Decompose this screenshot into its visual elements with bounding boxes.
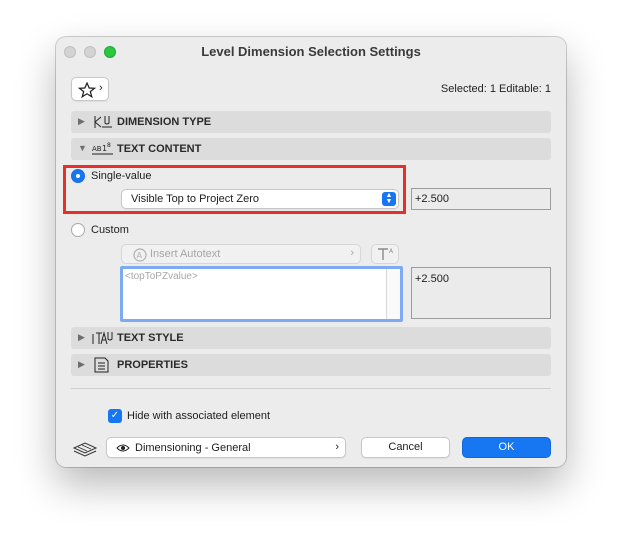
updown-arrows-icon: ▲ ▼ bbox=[382, 192, 396, 206]
divider bbox=[71, 388, 551, 389]
disclosure-right-icon: ▶ bbox=[78, 116, 85, 126]
layer-value: Dimensioning - General bbox=[135, 442, 251, 454]
single-value-preview: +2.500 bbox=[411, 188, 551, 210]
chevron-right-icon: › bbox=[350, 247, 354, 259]
text-style-button[interactable]: A bbox=[371, 244, 399, 264]
section-label: DIMENSION TYPE bbox=[117, 116, 212, 128]
layers-icon bbox=[72, 442, 98, 457]
custom-text-area[interactable]: <topToPZvalue> bbox=[120, 266, 403, 322]
ok-button[interactable]: OK bbox=[462, 437, 551, 458]
single-value-radio[interactable] bbox=[71, 169, 85, 183]
settings-dialog: Level Dimension Selection Settings › Sel… bbox=[56, 37, 566, 467]
single-value-dropdown[interactable]: Visible Top to Project Zero ▲ ▼ bbox=[121, 189, 399, 209]
insert-autotext-button[interactable]: A Insert Autotext › bbox=[121, 244, 361, 264]
chevron-right-icon: › bbox=[99, 82, 103, 94]
text-style-section-icon bbox=[92, 331, 113, 345]
custom-preview: +2.500 bbox=[411, 267, 551, 319]
title-bar: Level Dimension Selection Settings bbox=[56, 37, 566, 67]
insert-autotext-label: Insert Autotext bbox=[150, 248, 221, 260]
section-properties[interactable]: ▶ PROPERTIES bbox=[71, 354, 551, 376]
svg-text:A: A bbox=[137, 251, 143, 260]
disclosure-right-icon: ▶ bbox=[78, 359, 85, 369]
custom-text: <topToPZvalue> bbox=[125, 271, 198, 282]
section-label: TEXT STYLE bbox=[117, 332, 184, 344]
custom-radio[interactable] bbox=[71, 223, 85, 237]
preview-text: +2.500 bbox=[415, 193, 449, 205]
section-text-style[interactable]: ▶ TEXT STYLE bbox=[71, 327, 551, 349]
layer-dropdown[interactable]: Dimensioning - General › bbox=[106, 437, 346, 458]
svg-text:8: 8 bbox=[107, 142, 111, 149]
custom-label: Custom bbox=[91, 224, 129, 236]
hide-with-element-checkbox[interactable]: ✓ bbox=[108, 409, 122, 423]
cancel-button[interactable]: Cancel bbox=[361, 437, 450, 458]
disclosure-down-icon: ▼ bbox=[78, 143, 87, 153]
autotext-icon: A bbox=[133, 248, 147, 262]
svg-text:AB: AB bbox=[92, 145, 102, 153]
eye-icon bbox=[116, 444, 130, 452]
text-style-icon: A bbox=[378, 248, 394, 260]
dropdown-value: Visible Top to Project Zero bbox=[131, 193, 259, 205]
favorites-button[interactable]: › bbox=[71, 77, 109, 101]
section-text-content[interactable]: ▼ AB 1 8 TEXT CONTENT bbox=[71, 138, 551, 160]
section-dimension-type[interactable]: ▶ DIMENSION TYPE bbox=[71, 111, 551, 133]
textarea-scrollbar[interactable] bbox=[386, 269, 400, 319]
selection-count: Selected: 1 Editable: 1 bbox=[440, 83, 551, 95]
disclosure-right-icon: ▶ bbox=[78, 332, 85, 342]
star-icon bbox=[78, 82, 96, 98]
hide-with-element-label: Hide with associated element bbox=[127, 410, 271, 422]
section-label: TEXT CONTENT bbox=[117, 143, 202, 155]
text-content-icon: AB 1 8 bbox=[92, 142, 113, 155]
dimension-type-icon bbox=[94, 116, 112, 128]
preview-text: +2.500 bbox=[415, 273, 449, 285]
window-title: Level Dimension Selection Settings bbox=[201, 44, 421, 59]
properties-icon bbox=[94, 357, 109, 373]
single-value-label: Single-value bbox=[91, 170, 152, 182]
svg-text:A: A bbox=[389, 248, 394, 255]
chevron-right-icon: › bbox=[335, 441, 339, 453]
section-label: PROPERTIES bbox=[117, 359, 188, 371]
